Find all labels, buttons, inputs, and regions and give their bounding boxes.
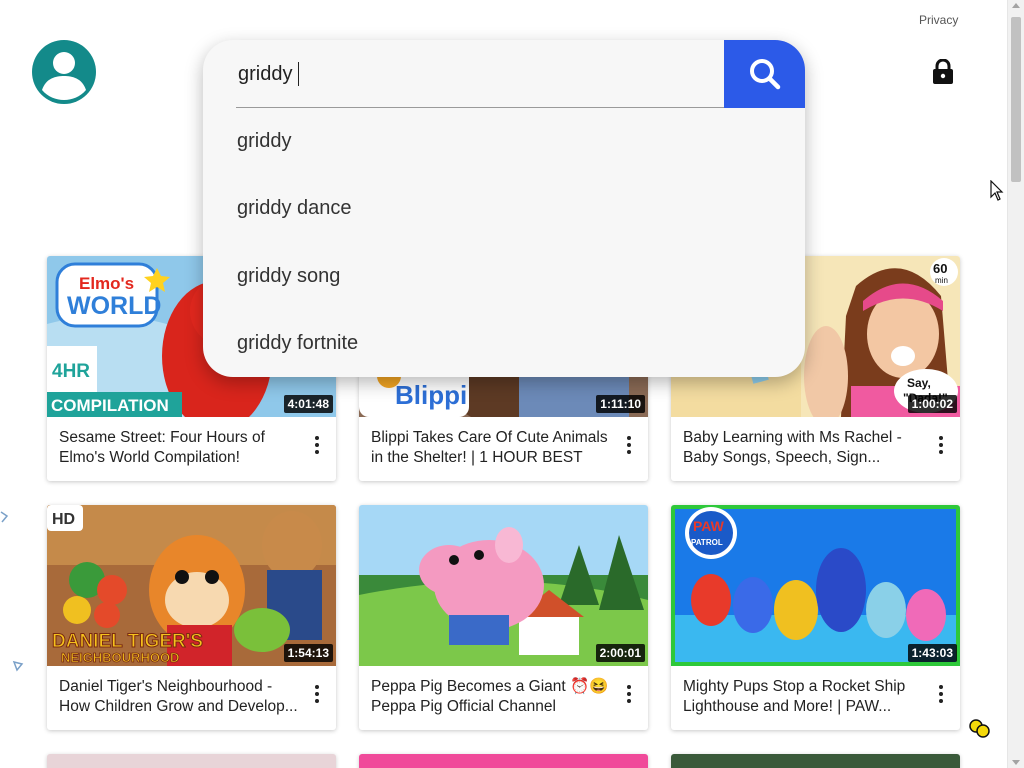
video-duration: 1:43:03 xyxy=(907,644,957,662)
search-suggestion[interactable]: griddy dance xyxy=(237,197,352,220)
video-title: Blippi Takes Care Of Cute Animals in the… xyxy=(371,429,608,466)
video-duration: 1:00:02 xyxy=(907,395,957,413)
search-suggestion[interactable]: griddy fortnite xyxy=(237,332,358,355)
video-title: Daniel Tiger's Neighbourhood - How Child… xyxy=(59,678,298,715)
more-options-icon[interactable] xyxy=(624,436,634,458)
page: Privacy Elmo's WORLD 4HR COMPILATION 4:0… xyxy=(0,0,1024,768)
video-thumbnail: HD DANIEL TIGER'S NEIGHBOURHOOD 1:54:13 xyxy=(47,505,336,666)
thumb-text: 60 xyxy=(933,261,947,276)
video-title: Sesame Street: Four Hours of Elmo's Worl… xyxy=(59,429,265,466)
more-options-icon[interactable] xyxy=(936,685,946,707)
scroll-down-icon[interactable] xyxy=(1012,760,1020,765)
thumb-text: COMPILATION xyxy=(51,396,169,415)
account-avatar[interactable] xyxy=(32,40,96,104)
search-panel: griddy griddy dance griddy song griddy f… xyxy=(203,40,805,377)
thumb-text: Elmo's xyxy=(79,274,134,293)
search-suggestion[interactable]: griddy song xyxy=(237,265,340,288)
more-options-icon[interactable] xyxy=(624,685,634,707)
account-circle-icon xyxy=(42,52,86,100)
search-suggestion[interactable]: griddy xyxy=(237,130,291,153)
video-card[interactable]: 2:00:01 Peppa Pig Becomes a Giant ⏰😆 Pep… xyxy=(359,505,648,730)
video-card[interactable]: HD DANIEL TIGER'S NEIGHBOURHOOD 1:54:13 … xyxy=(47,505,336,730)
mouse-cursor-icon xyxy=(990,180,1004,201)
more-options-icon[interactable] xyxy=(312,685,322,707)
thumb-text: HD xyxy=(52,511,75,528)
video-title: Baby Learning with Ms Rachel - Baby Song… xyxy=(683,429,902,466)
decorative-shape-icon xyxy=(12,660,24,672)
thumb-text: PAW xyxy=(693,518,725,534)
decorative-sparkle-icon xyxy=(969,719,990,738)
video-title: Mighty Pups Stop a Rocket Ship Lighthous… xyxy=(683,678,906,715)
video-duration: 2:00:01 xyxy=(595,644,645,662)
video-duration: 1:11:10 xyxy=(596,395,645,413)
decorative-shape-icon xyxy=(0,511,9,523)
thumb-text: DANIEL TIGER'S xyxy=(52,631,203,652)
video-duration: 4:01:48 xyxy=(283,395,333,413)
video-title: Peppa Pig Becomes a Giant ⏰😆 Peppa Pig O… xyxy=(371,678,609,715)
video-card[interactable]: PAW PATROL 1:43:03 Mighty Pups Stop a Ro… xyxy=(671,505,960,730)
video-thumbnail: 2:00:01 xyxy=(359,505,648,666)
lock-icon xyxy=(933,58,953,84)
thumb-text: min xyxy=(935,276,948,285)
thumb-text: 4HR xyxy=(52,361,90,382)
text-caret xyxy=(298,62,299,86)
video-card-partial[interactable] xyxy=(47,754,336,768)
scrollbar-thumb[interactable] xyxy=(1011,17,1021,182)
thumb-text: Blippi xyxy=(395,380,467,410)
thumb-text: PATROL xyxy=(691,538,723,547)
thumb-text: NEIGHBOURHOOD xyxy=(61,650,179,665)
video-thumbnail: PAW PATROL 1:43:03 xyxy=(671,505,960,666)
scroll-up-icon[interactable] xyxy=(1012,3,1020,8)
privacy-link[interactable]: Privacy xyxy=(919,13,958,27)
parental-lock-button[interactable] xyxy=(931,58,955,85)
search-input[interactable] xyxy=(238,57,723,91)
video-duration: 1:54:13 xyxy=(283,644,333,662)
thumb-text: WORLD xyxy=(67,292,161,320)
search-button[interactable] xyxy=(724,40,805,108)
video-card-partial[interactable] xyxy=(359,754,648,768)
more-options-icon[interactable] xyxy=(312,436,322,458)
search-icon xyxy=(749,59,780,90)
search-underline xyxy=(236,107,724,108)
more-options-icon[interactable] xyxy=(936,436,946,458)
video-card-partial[interactable] xyxy=(671,754,960,768)
vertical-scrollbar[interactable] xyxy=(1007,0,1024,768)
thumb-text: Say, xyxy=(907,376,931,390)
